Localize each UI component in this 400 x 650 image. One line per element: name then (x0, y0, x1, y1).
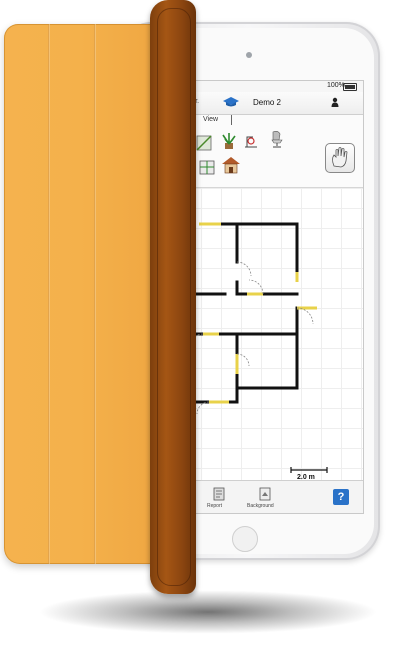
report-label[interactable]: Report (207, 503, 222, 509)
background-label[interactable]: Background (247, 503, 274, 509)
plant-icon[interactable] (219, 131, 239, 151)
dimension-tool-icon[interactable] (241, 131, 261, 151)
tab-view[interactable]: View (201, 115, 232, 125)
tab-view-label: View (203, 116, 219, 123)
hand-icon (332, 147, 348, 168)
camera-icon (246, 52, 252, 58)
floor-shadow (38, 590, 378, 634)
window-tool-icon[interactable] (197, 157, 217, 177)
report-icon[interactable] (213, 487, 225, 501)
help-button[interactable]: ? (333, 489, 349, 505)
wall-tool-icon[interactable] (195, 133, 215, 153)
product-scene: 100% orr. Demo 2 View (0, 0, 400, 650)
person-icon[interactable] (331, 97, 339, 107)
cover-fold-line (48, 24, 50, 564)
hand-tool-button[interactable] (325, 143, 355, 173)
spine-stitch (157, 8, 191, 586)
battery-icon (343, 83, 357, 91)
background-icon[interactable] (259, 487, 271, 501)
house-icon[interactable] (221, 155, 241, 175)
chair-icon[interactable] (267, 129, 287, 149)
home-button[interactable] (232, 526, 258, 552)
cover-fold-line (94, 24, 96, 564)
